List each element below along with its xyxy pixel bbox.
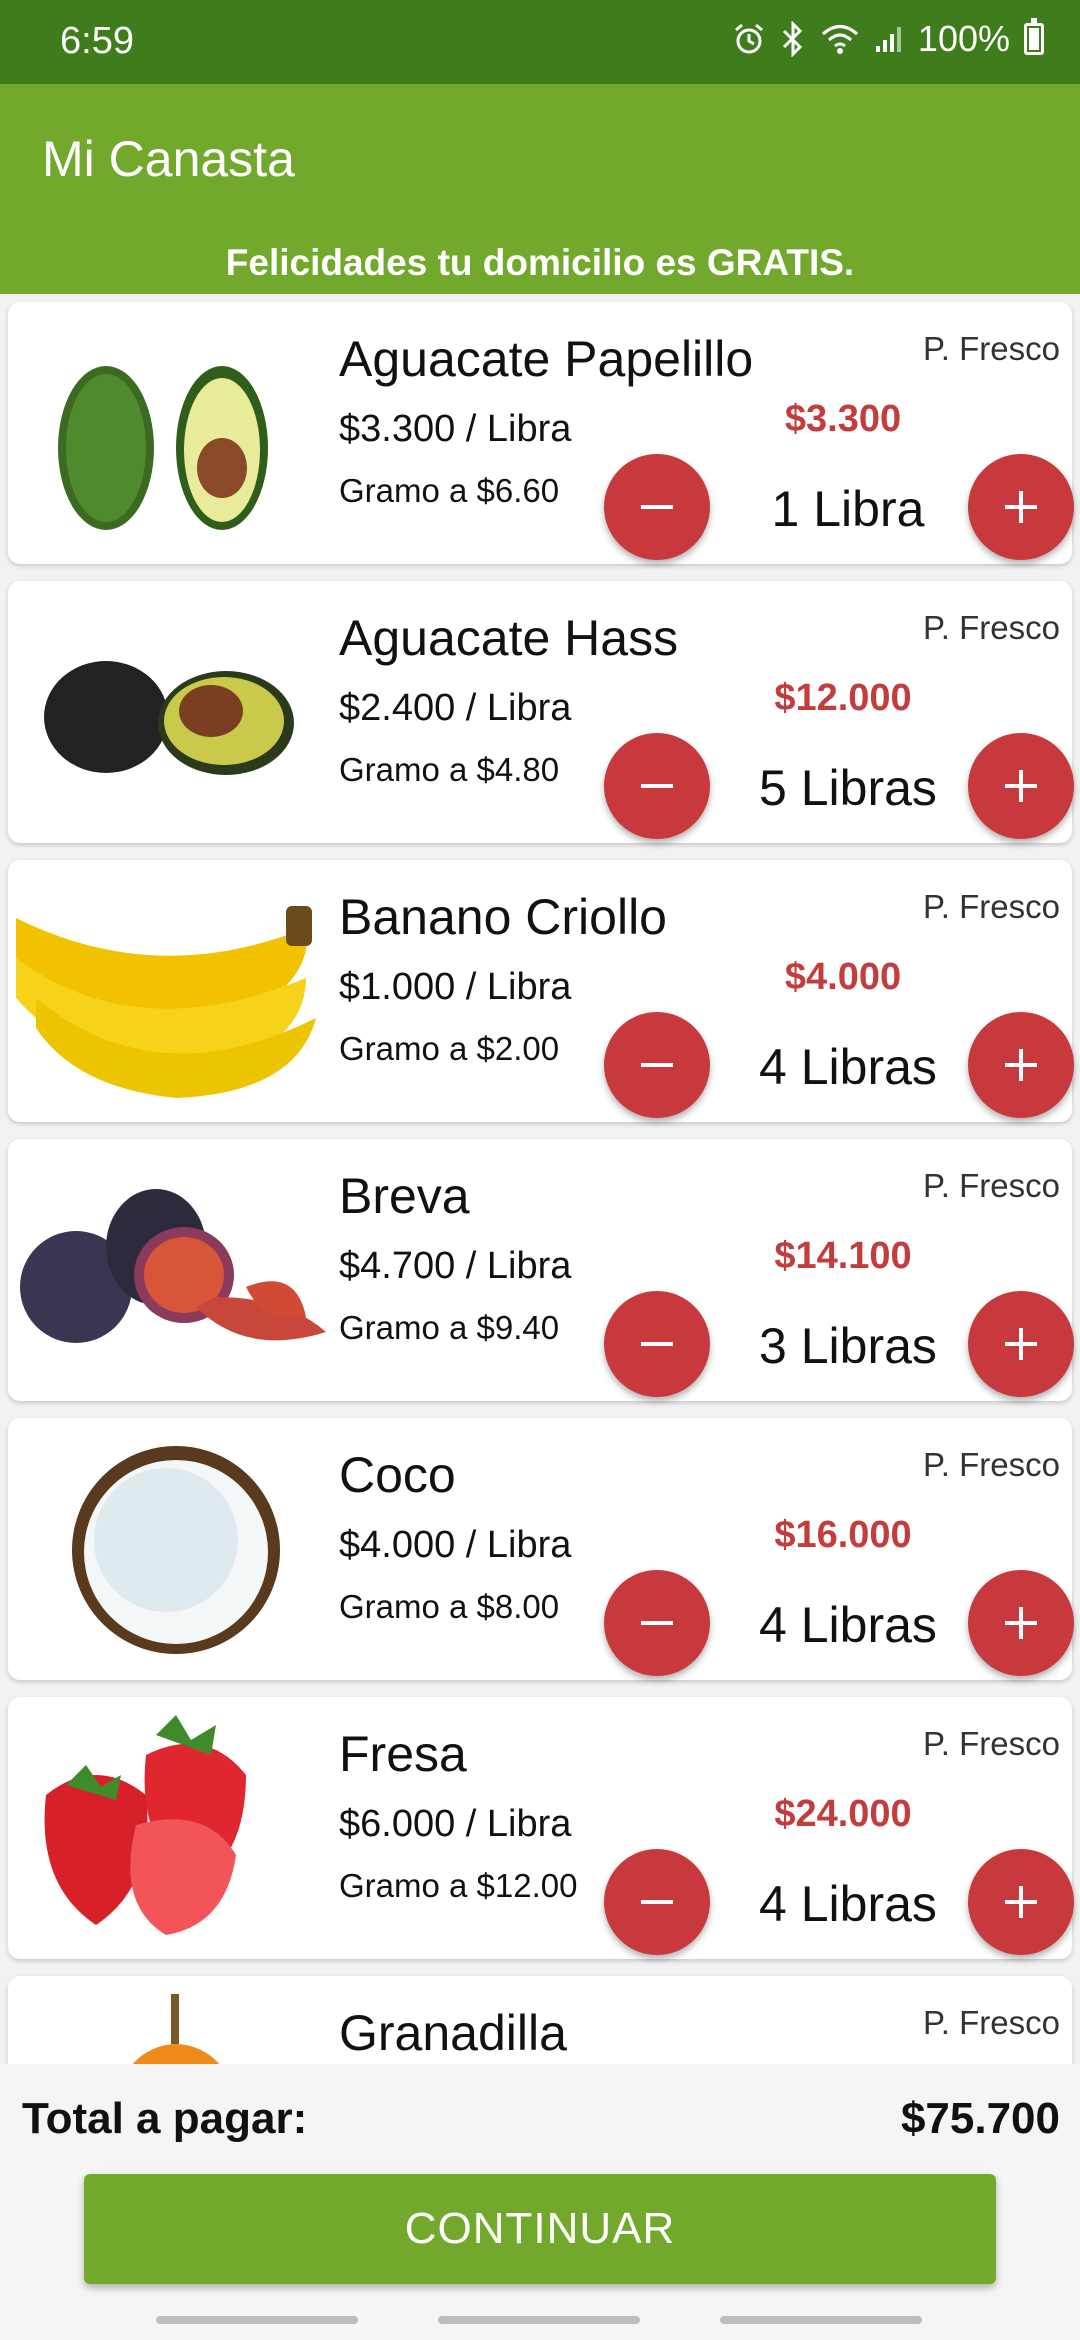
quantity-value: 3 Libras bbox=[759, 1318, 937, 1374]
gram-price: Gramo a $2.00 bbox=[339, 1030, 560, 1067]
minus-icon bbox=[641, 1900, 673, 1904]
product-card: Banano Criollo $1.000 / Libra Gramo a $2… bbox=[8, 860, 1074, 1122]
product-tag: P. Fresco bbox=[923, 2004, 1060, 2041]
quantity-value: 5 Libras bbox=[759, 760, 937, 816]
product-total: $14.100 bbox=[774, 1235, 912, 1277]
minus-icon bbox=[641, 1621, 673, 1625]
quantity-value: 4 Libras bbox=[759, 1876, 937, 1932]
increase-quantity-button[interactable] bbox=[968, 1570, 1074, 1676]
minus-icon bbox=[641, 505, 673, 509]
status-bar: 6:59 100% bbox=[0, 0, 1080, 84]
product-name: Aguacate Papelillo bbox=[339, 331, 754, 387]
gram-price: Gramo a $9.40 bbox=[339, 1309, 560, 1346]
decrease-quantity-button[interactable] bbox=[604, 733, 710, 839]
avocado-hass-image bbox=[44, 661, 294, 775]
battery-icon bbox=[1024, 18, 1044, 55]
product-name: Aguacate Hass bbox=[339, 610, 679, 666]
product-tag: P. Fresco bbox=[923, 1725, 1060, 1762]
minus-icon bbox=[641, 1342, 673, 1346]
plus-icon bbox=[1005, 1607, 1037, 1639]
decrease-quantity-button[interactable] bbox=[604, 1291, 710, 1397]
product-card: Coco $4.000 / Libra Gramo a $8.00 P. Fre… bbox=[8, 1418, 1074, 1680]
product-card: Aguacate Hass $2.400 / Libra Gramo a $4.… bbox=[8, 581, 1074, 843]
total-label: Total a pagar: bbox=[22, 2094, 308, 2143]
nav-home-handle[interactable] bbox=[438, 2316, 640, 2324]
battery-percentage: 100% bbox=[917, 18, 1010, 59]
unit-price: $6.000 / Libra bbox=[339, 1803, 572, 1845]
unit-price: $4.000 / Libra bbox=[339, 1524, 572, 1566]
product-card: Granadilla P. Fresco bbox=[8, 1976, 1072, 2064]
increase-quantity-button[interactable] bbox=[968, 1012, 1074, 1118]
alarm-icon bbox=[732, 22, 766, 56]
nav-recents-handle[interactable] bbox=[156, 2316, 358, 2324]
quantity-value: 1 Libra bbox=[771, 481, 925, 537]
product-tag: P. Fresco bbox=[923, 1167, 1060, 1204]
unit-price: $2.400 / Libra bbox=[339, 687, 572, 729]
product-name: Coco bbox=[339, 1447, 456, 1503]
product-name: Granadilla bbox=[339, 2005, 567, 2061]
quantity-value: 4 Libras bbox=[759, 1597, 937, 1653]
product-name: Banano Criollo bbox=[339, 889, 667, 945]
decrease-quantity-button[interactable] bbox=[604, 1570, 710, 1676]
increase-quantity-button[interactable] bbox=[968, 1849, 1074, 1955]
gram-price: Gramo a $6.60 bbox=[339, 472, 560, 509]
unit-price: $3.300 / Libra bbox=[339, 408, 572, 450]
product-card: Fresa $6.000 / Libra Gramo a $12.00 P. F… bbox=[8, 1697, 1074, 1959]
coconut-image bbox=[72, 1446, 280, 1654]
free-delivery-banner: Felicidades tu domicilio es GRATIS. bbox=[0, 232, 1080, 294]
unit-price: $4.700 / Libra bbox=[339, 1245, 572, 1287]
product-card: Breva $4.700 / Libra Gramo a $9.40 P. Fr… bbox=[8, 1139, 1074, 1401]
avocado-image bbox=[58, 366, 268, 530]
continue-button[interactable]: CONTINUAR bbox=[84, 2174, 996, 2284]
checkout-footer: Total a pagar: $75.700 CONTINUAR bbox=[0, 2064, 1080, 2340]
plus-icon bbox=[1005, 770, 1037, 802]
product-tag: P. Fresco bbox=[923, 609, 1060, 646]
product-total: $4.000 bbox=[784, 956, 902, 998]
status-icons: 100% bbox=[732, 18, 1044, 60]
minus-icon bbox=[641, 1063, 673, 1067]
plus-icon bbox=[1005, 1049, 1037, 1081]
increase-quantity-button[interactable] bbox=[968, 454, 1074, 560]
plus-icon bbox=[1005, 491, 1037, 523]
product-tag: P. Fresco bbox=[923, 1446, 1060, 1483]
total-value: $75.700 bbox=[900, 2094, 1060, 2143]
decrease-quantity-button[interactable] bbox=[604, 1849, 710, 1955]
product-list[interactable]: Aguacate Papelillo $3.300 / Libra Gramo … bbox=[0, 294, 1080, 2064]
signal-icon bbox=[874, 24, 904, 54]
product-tag: P. Fresco bbox=[923, 330, 1060, 367]
increase-quantity-button[interactable] bbox=[968, 1291, 1074, 1397]
product-tag: P. Fresco bbox=[923, 888, 1060, 925]
quantity-value: 4 Libras bbox=[759, 1039, 937, 1095]
product-card: Aguacate Papelillo $3.300 / Libra Gramo … bbox=[8, 302, 1074, 564]
gram-price: Gramo a $4.80 bbox=[339, 751, 560, 788]
product-total: $16.000 bbox=[774, 1514, 912, 1556]
strawberry-image bbox=[44, 1715, 246, 1935]
unit-price: $1.000 / Libra bbox=[339, 966, 572, 1008]
decrease-quantity-button[interactable] bbox=[604, 1012, 710, 1118]
nav-back-handle[interactable] bbox=[720, 2316, 922, 2324]
page-title: Mi Canasta bbox=[42, 131, 295, 187]
product-name: Fresa bbox=[339, 1726, 467, 1782]
product-total: $12.000 bbox=[774, 677, 912, 719]
wifi-icon bbox=[820, 22, 860, 56]
product-total: $3.300 bbox=[784, 398, 902, 440]
minus-icon bbox=[641, 784, 673, 788]
bluetooth-icon bbox=[780, 21, 806, 57]
gram-price: Gramo a $8.00 bbox=[339, 1588, 560, 1625]
fig-image bbox=[20, 1189, 326, 1343]
plus-icon bbox=[1005, 1328, 1037, 1360]
banana-image bbox=[16, 906, 316, 1098]
product-total: $24.000 bbox=[774, 1793, 912, 1835]
granadilla-image bbox=[132, 1994, 220, 2064]
status-time: 6:59 bbox=[60, 20, 134, 62]
app-bar: Mi Canasta bbox=[0, 84, 1080, 232]
decrease-quantity-button[interactable] bbox=[604, 454, 710, 560]
plus-icon bbox=[1005, 1886, 1037, 1918]
gram-price: Gramo a $12.00 bbox=[339, 1867, 578, 1904]
product-name: Breva bbox=[339, 1168, 470, 1224]
increase-quantity-button[interactable] bbox=[968, 733, 1074, 839]
